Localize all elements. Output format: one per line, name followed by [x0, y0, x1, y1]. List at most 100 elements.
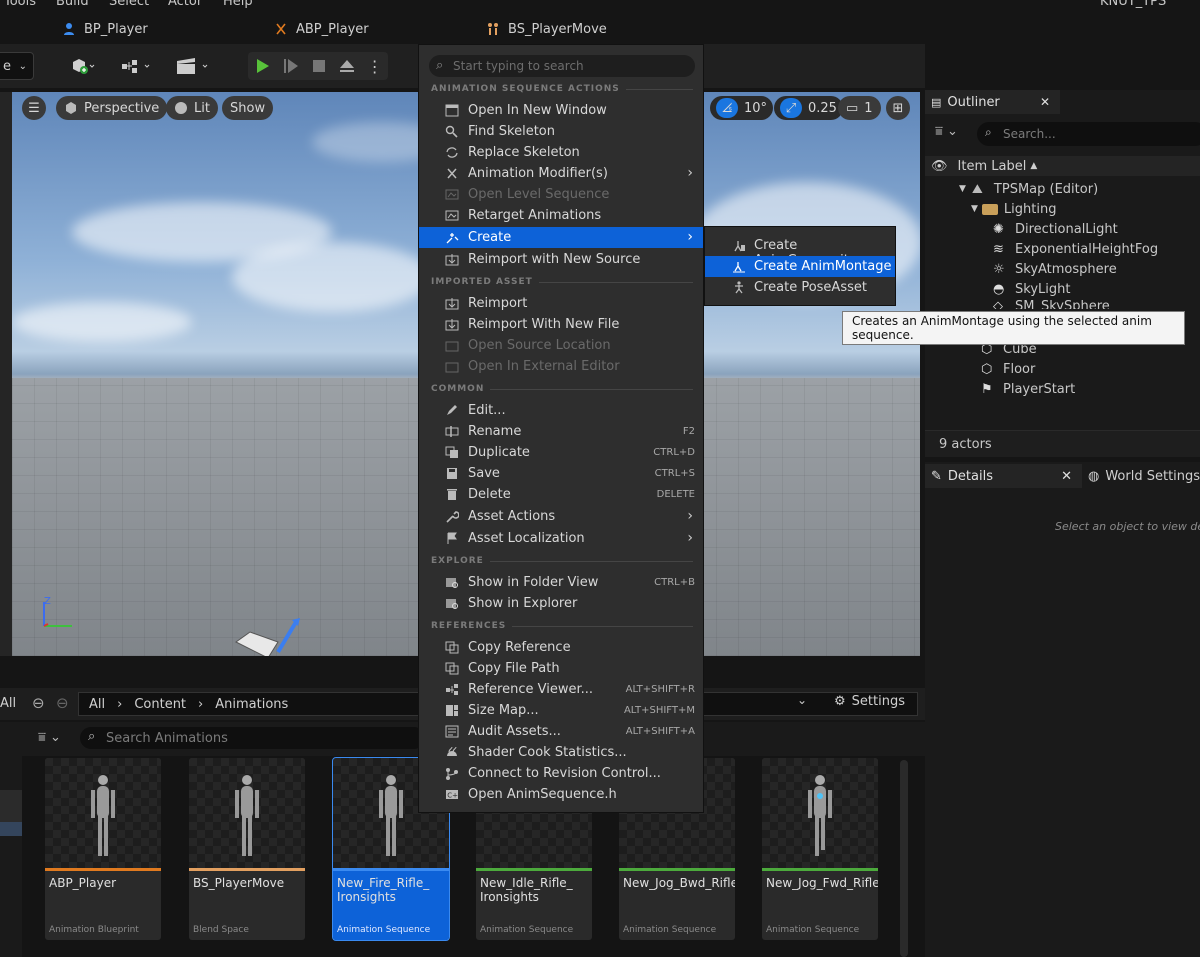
- row-label: DirectionalLight: [1015, 221, 1118, 237]
- step-icon[interactable]: [282, 57, 300, 75]
- menu-item-open-new-window[interactable]: Open In New Window: [419, 100, 703, 121]
- menu-help[interactable]: Help: [223, 0, 253, 9]
- menu-item-reimport[interactable]: Reimport: [419, 293, 703, 314]
- world-settings-tab[interactable]: ◍ World Settings: [1088, 464, 1200, 488]
- mannequin-icon: [235, 775, 259, 856]
- perspective-button[interactable]: Perspective: [56, 96, 168, 120]
- submenu-item-create-animcomposite[interactable]: Create AnimComposite: [705, 235, 895, 268]
- outliner-search-input[interactable]: ⌕ Search...: [977, 122, 1200, 146]
- grid-scrollbar[interactable]: [900, 760, 908, 957]
- viewport-menu-button[interactable]: ☰: [22, 96, 46, 120]
- menu-item-duplicate[interactable]: Duplicate CTRL+D: [419, 442, 703, 463]
- back-icon[interactable]: ⊖: [32, 694, 45, 712]
- filter-button[interactable]: ⩸ ⌄: [935, 124, 971, 144]
- viewport-layout-button[interactable]: ⊞: [886, 96, 910, 120]
- submenu-item-create-poseasset[interactable]: Create PoseAsset: [705, 277, 895, 298]
- asset-name: New_Jog_Fwd_Rifle: [766, 876, 878, 890]
- mode-dropdown[interactable]: e ⌄: [0, 52, 34, 80]
- menu-item-find-skeleton[interactable]: Find Skeleton: [419, 121, 703, 142]
- asset-tile[interactable]: New_Jog_Fwd_Rifle Animation Sequence: [762, 758, 878, 940]
- menu-item-size-map[interactable]: Size Map... ALT+SHIFT+M: [419, 700, 703, 721]
- cinematics-button[interactable]: [172, 52, 214, 80]
- perspective-label: Perspective: [84, 100, 160, 116]
- filter-icon: ⩸ ⌄: [935, 124, 958, 139]
- settings-button[interactable]: ⚙ Settings: [834, 694, 905, 709]
- menu-item-show-folder-view[interactable]: Show in Folder View CTRL+B: [419, 572, 703, 593]
- eye-icon[interactable]: 👁: [931, 159, 948, 174]
- asset-tile[interactable]: ABP_Player Animation Blueprint: [45, 758, 161, 940]
- menu-item-save[interactable]: Save CTRL+S: [419, 463, 703, 484]
- expand-icon[interactable]: ▼: [959, 184, 966, 194]
- submenu-item-create-animmontage[interactable]: Create AnimMontage: [705, 256, 895, 277]
- outliner-row[interactable]: ⚑ PlayerStart: [925, 379, 1200, 399]
- menu-actor[interactable]: Actor: [168, 0, 202, 9]
- menu-item-rename[interactable]: Rename F2: [419, 421, 703, 442]
- menu-item-open-animsequence-h[interactable]: C++Open AnimSequence.h: [419, 784, 703, 805]
- menu-item-reimport-new-source[interactable]: Reimport with New Source: [419, 249, 703, 270]
- tab-label: ABP_Player: [296, 21, 369, 37]
- chevron-right-icon: ›: [687, 530, 693, 546]
- outliner-tab[interactable]: ▤ Outliner ✕: [925, 90, 1060, 114]
- scale-snap[interactable]: ⤢ 0.25: [774, 96, 843, 120]
- add-actor-button[interactable]: [62, 52, 104, 80]
- expand-icon[interactable]: ▼: [971, 204, 978, 214]
- play-icon[interactable]: [253, 57, 271, 75]
- eject-icon[interactable]: [338, 57, 356, 75]
- forward-icon[interactable]: ⊖: [56, 694, 69, 712]
- tab-bs-playermove[interactable]: BS_PlayerMove: [486, 14, 607, 44]
- more-options-icon[interactable]: ⋮: [367, 57, 383, 76]
- crumb-animations[interactable]: Animations: [215, 697, 288, 712]
- outliner-row[interactable]: ✺ DirectionalLight: [925, 219, 1200, 239]
- close-icon[interactable]: ✕: [1040, 95, 1050, 109]
- outliner-row[interactable]: ◓ SkyLight: [925, 279, 1200, 299]
- lit-button[interactable]: Lit: [166, 96, 218, 120]
- camera-speed[interactable]: ▭ 1: [838, 96, 881, 120]
- menu-bar: Tools Build Select Actor Help KNUT_TPS: [0, 0, 1200, 14]
- menu-item-copy-reference[interactable]: Copy Reference: [419, 637, 703, 658]
- menu-search-input[interactable]: ⌕ Start typing to search: [429, 55, 695, 77]
- menu-item-show-explorer[interactable]: Show in Explorer: [419, 593, 703, 614]
- menu-item-retarget-animations[interactable]: Retarget Animations: [419, 205, 703, 226]
- tab-bp-player[interactable]: BP_Player: [62, 14, 148, 44]
- outliner-row-map[interactable]: ▼ ⛰ TPSMap (Editor): [925, 179, 1200, 199]
- source-item-selected[interactable]: [0, 822, 22, 836]
- outliner-row[interactable]: ◇ SM_SkySphere: [925, 299, 1200, 309]
- asset-tile[interactable]: BS_PlayerMove Blend Space: [189, 758, 305, 940]
- crumb-all[interactable]: All: [89, 697, 105, 712]
- menu-item-audit-assets[interactable]: Audit Assets... ALT+SHIFT+A: [419, 721, 703, 742]
- blueprint-button[interactable]: [118, 52, 158, 80]
- outliner-row[interactable]: ⬡ Floor: [925, 359, 1200, 379]
- menu-item-animation-modifiers[interactable]: Animation Modifier(s) ›: [419, 163, 703, 184]
- menu-item-edit[interactable]: Edit...: [419, 400, 703, 421]
- content-search-input[interactable]: ⌕ Search Animations: [80, 727, 425, 749]
- show-button[interactable]: Show: [222, 96, 274, 120]
- retarget-icon: [445, 209, 459, 222]
- outliner-row[interactable]: ☼ SkyAtmosphere: [925, 259, 1200, 279]
- menu-item-copy-file-path[interactable]: Copy File Path: [419, 658, 703, 679]
- menu-item-reimport-new-file[interactable]: Reimport With New File: [419, 314, 703, 335]
- menu-build[interactable]: Build: [56, 0, 89, 9]
- all-tab[interactable]: All: [0, 696, 16, 711]
- outliner-header[interactable]: 👁 Item Label ▲: [925, 156, 1200, 176]
- filter-icon[interactable]: ⩸ ⌄: [38, 730, 61, 745]
- outliner-row-lighting[interactable]: ▼ Lighting: [925, 199, 1200, 219]
- menu-item-create[interactable]: Create ›: [419, 227, 703, 248]
- menu-item-asset-localization[interactable]: Asset Localization ›: [419, 528, 703, 549]
- menu-item-delete[interactable]: Delete DELETE: [419, 484, 703, 505]
- lit-label: Lit: [194, 100, 210, 116]
- stop-icon[interactable]: [310, 57, 328, 75]
- close-icon[interactable]: ✕: [1061, 469, 1072, 484]
- tab-abp-player[interactable]: ABP_Player: [274, 14, 369, 44]
- menu-select[interactable]: Select: [109, 0, 149, 9]
- history-dropdown-icon[interactable]: ⌄: [797, 693, 807, 707]
- menu-item-connect-revision-control[interactable]: Connect to Revision Control...: [419, 763, 703, 784]
- crumb-content[interactable]: Content: [134, 697, 186, 712]
- outliner-row[interactable]: ≋ ExponentialHeightFog: [925, 239, 1200, 259]
- menu-item-asset-actions[interactable]: Asset Actions ›: [419, 506, 703, 527]
- details-tab[interactable]: ✎ Details ✕: [925, 464, 1082, 488]
- angle-snap[interactable]: ⦞ 10°: [710, 96, 774, 120]
- menu-item-reference-viewer[interactable]: Reference Viewer... ALT+SHIFT+R: [419, 679, 703, 700]
- menu-tools[interactable]: Tools: [4, 0, 36, 9]
- menu-item-replace-skeleton[interactable]: Replace Skeleton: [419, 142, 703, 163]
- menu-item-shader-cook-stats[interactable]: Shader Cook Statistics...: [419, 742, 703, 763]
